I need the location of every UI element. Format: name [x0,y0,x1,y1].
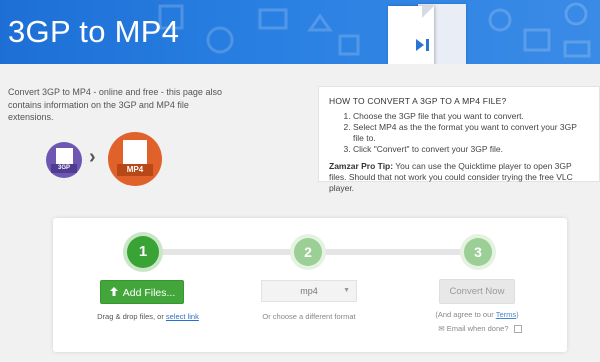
convert-now-button[interactable]: Convert Now [439,279,515,304]
pro-tip-label: Zamzar Pro Tip: [329,161,394,171]
drag-drop-text: Drag & drop files, or select link [88,312,208,321]
format-select-value: mp4 [300,286,318,296]
step-2-badge: 2 [294,238,322,266]
drag-drop-label: Drag & drop files, or [97,312,166,321]
image-icon [158,4,360,56]
howto-title: HOW TO CONVERT A 3GP TO A MP4 FILE? [329,96,507,106]
banner-pattern [150,0,370,64]
music-icon [488,2,591,58]
add-files-label: Add Files... [122,287,176,299]
mp4-format-icon: MP4 [108,132,162,186]
header-banner: 3GP to MP4 [0,0,600,64]
format-select[interactable]: mp4 ▼ [261,280,357,302]
howto-step: Click "Convert" to convert your 3GP file… [353,144,589,155]
page-title: 3GP to MP4 [8,14,180,49]
caret-down-icon: ▼ [343,287,350,294]
format-hint: Or choose a different format [262,312,356,321]
howto-panel: HOW TO CONVERT A 3GP TO A MP4 FILE? Choo… [318,86,600,193]
chevron-right-icon: › [89,146,96,168]
file-conversion-graphic [373,0,483,64]
howto-steps: Choose the 3GP file that you want to con… [329,111,589,155]
terms-agreement: (And agree to our Terms) [419,310,535,319]
document-icon [388,6,434,64]
howto-step: Choose the 3GP file that you want to con… [353,111,589,122]
add-files-button[interactable]: Add Files... [100,280,184,304]
converter-card: 1 2 3 Add Files... Drag & drop files, or… [53,218,567,352]
agree-close: ) [516,310,519,319]
3gp-label: 3GP [51,164,77,173]
pro-tip: Zamzar Pro Tip: You can use the Quicktim… [329,161,589,194]
step-1-badge: 1 [127,236,159,268]
select-link[interactable]: select link [166,312,199,321]
email-when-done-row: ✉ Email when done? [435,324,525,334]
email-checkbox[interactable] [513,325,522,334]
play-icon [416,39,429,51]
upload-icon [109,282,119,306]
agree-text: (And agree to our [435,310,496,319]
banner-pattern-right [480,0,600,64]
email-label: Email when done? [446,324,509,333]
intro-text: Convert 3GP to MP4 - online and free - t… [8,87,222,122]
envelope-icon: ✉ [438,324,445,333]
mp4-label: MP4 [117,164,153,176]
howto-step: Select MP4 as the the format you want to… [353,122,589,144]
3gp-format-icon: 3GP [46,142,82,178]
terms-link[interactable]: Terms [496,310,516,319]
step-3-badge: 3 [464,238,492,266]
